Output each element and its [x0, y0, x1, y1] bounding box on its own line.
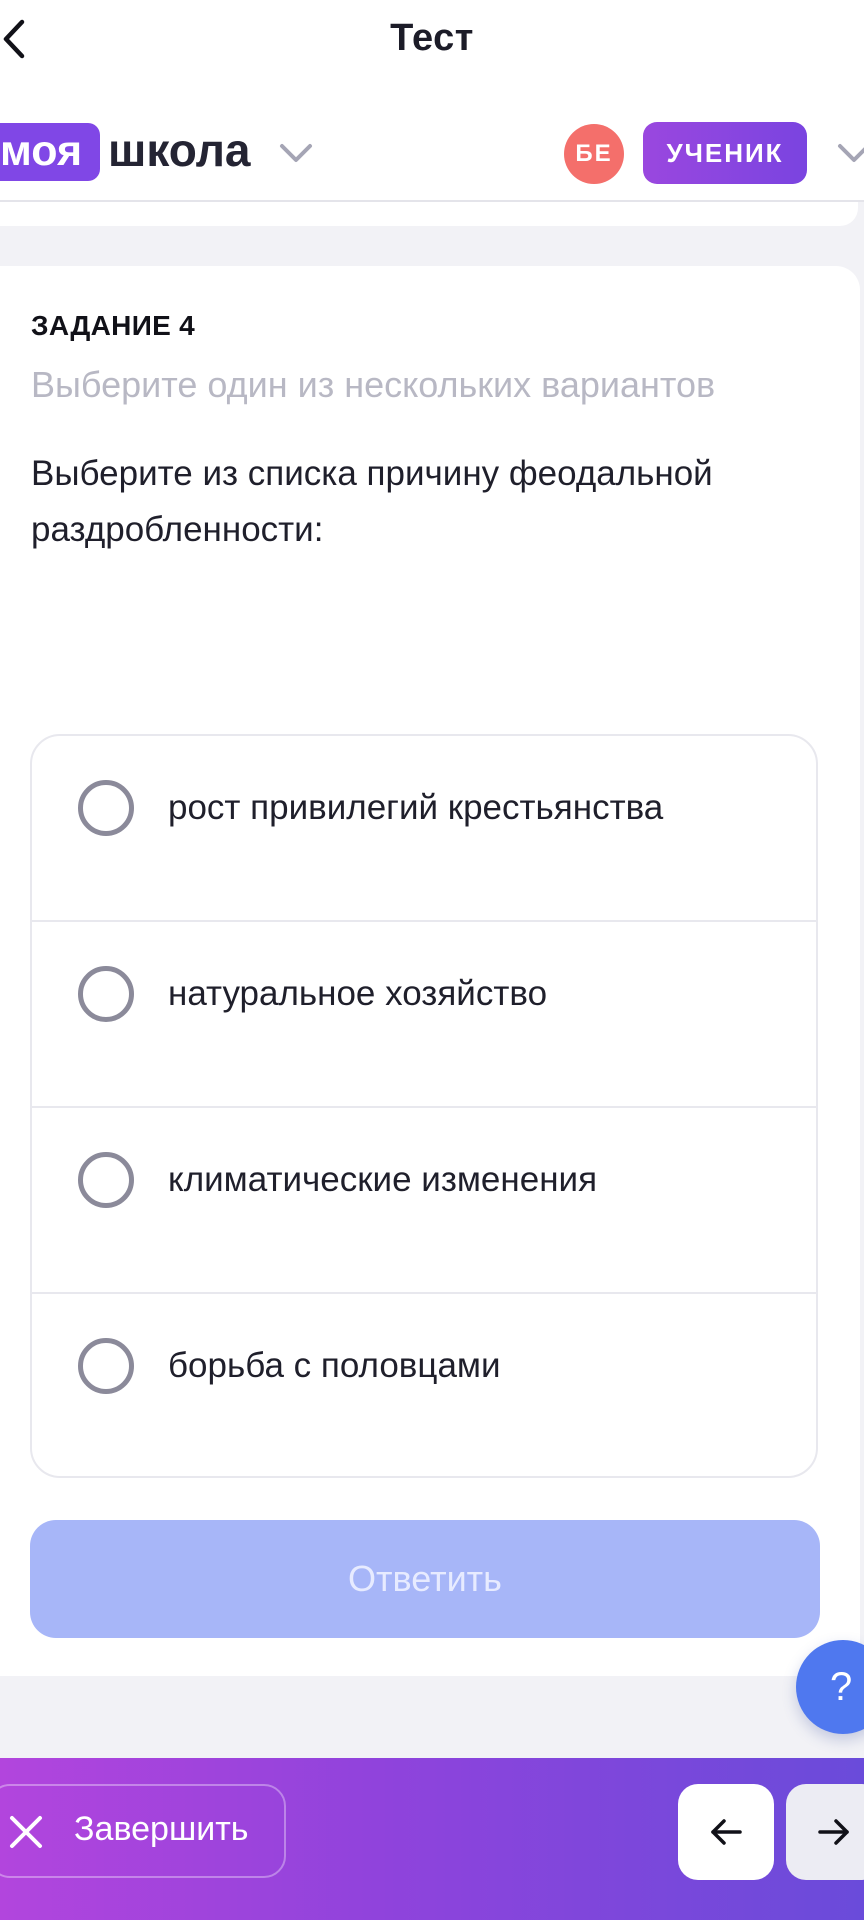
- task-number: ЗАДАНИЕ 4: [31, 310, 196, 341]
- page-title: Тест: [390, 17, 474, 59]
- next-task-button[interactable]: [786, 1784, 864, 1880]
- option-item[interactable]: климатические изменения: [32, 1108, 816, 1294]
- radio-button[interactable]: [78, 1338, 134, 1394]
- logo-highlight: моя: [0, 123, 100, 181]
- school-menu-chevron-down-icon[interactable]: [278, 140, 314, 168]
- avatar[interactable]: БЕ: [564, 124, 624, 184]
- option-label: борьба с половцами: [168, 1346, 501, 1385]
- logo-word: школа: [108, 124, 251, 176]
- answer-button[interactable]: Ответить: [30, 1520, 820, 1638]
- task-card: ЗАДАНИЕ 4 Выберите один из нескольких ва…: [0, 266, 860, 1676]
- option-item[interactable]: рост привилегий крестьянства: [32, 736, 816, 922]
- option-item[interactable]: натуральное хозяйство: [32, 922, 816, 1108]
- option-label: рост привилегий крестьянства: [168, 788, 664, 827]
- options-list: рост привилегий крестьянства натуральное…: [30, 734, 818, 1478]
- close-icon: [10, 1816, 42, 1848]
- finish-button[interactable]: Завершить: [0, 1784, 286, 1878]
- bottom-bar: Завершить: [0, 1758, 864, 1920]
- previous-task-button[interactable]: [678, 1784, 774, 1880]
- option-item[interactable]: борьба с половцами: [32, 1294, 816, 1476]
- finish-label: Завершить: [74, 1810, 249, 1848]
- role-menu-chevron-down-icon[interactable]: [836, 140, 864, 168]
- task-hint: Выберите один из нескольких вариантов: [31, 364, 716, 405]
- role-button[interactable]: УЧЕНИК: [643, 122, 807, 184]
- arrow-right-icon: [818, 1819, 849, 1845]
- radio-button[interactable]: [78, 966, 134, 1022]
- top-panel: Тест моя школа БЕ УЧЕНИК: [0, 0, 864, 202]
- option-label: климатические изменения: [168, 1160, 598, 1199]
- radio-button[interactable]: [78, 1152, 134, 1208]
- question-text: Выберите из списка причину феодальной ра…: [31, 454, 713, 549]
- radio-button[interactable]: [78, 780, 134, 836]
- arrow-left-icon: [711, 1819, 742, 1845]
- previous-card-edge: [0, 202, 858, 226]
- option-label: натуральное хозяйство: [168, 974, 548, 1013]
